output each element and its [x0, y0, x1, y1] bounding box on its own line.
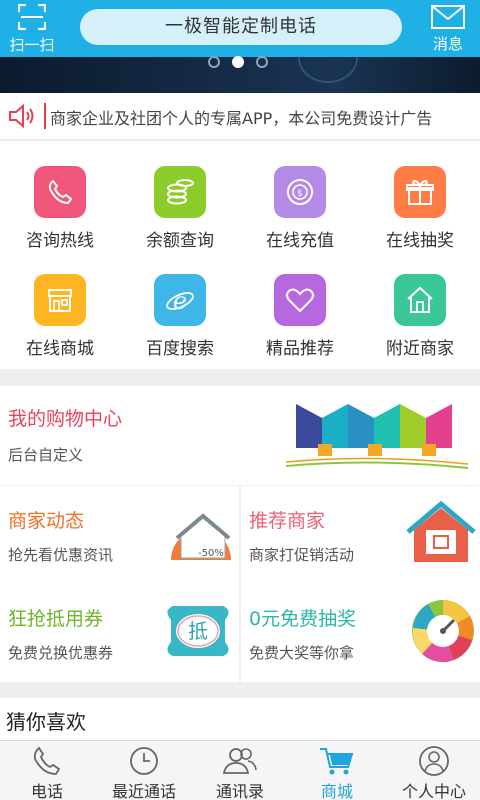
grid-label: 精品推荐 — [266, 339, 334, 359]
coupon-card[interactable]: 狂抢抵用券 免费兑换优惠券 抵 — [0, 584, 239, 682]
free-lottery-card[interactable]: 0元免费抽奖 免费大奖等你拿 — [241, 584, 480, 682]
grid-label: 咨询热线 — [26, 231, 94, 251]
message-button[interactable]: 消息 — [424, 2, 472, 54]
guess-you-like-title: 猜你喜欢 — [6, 710, 86, 734]
home-icon — [394, 274, 446, 326]
contacts-icon — [222, 748, 257, 774]
coupon-title: 狂抢抵用券 — [8, 608, 104, 630]
tab-profile[interactable]: 个人中心 — [388, 741, 480, 800]
tab-recent-calls[interactable]: 最近通话 — [94, 741, 194, 800]
free-lottery-title: 0元免费抽奖 — [249, 608, 357, 630]
free-lottery-subtitle: 免费大奖等你拿 — [249, 644, 355, 662]
merchant-news-title: 商家动态 — [8, 510, 85, 532]
svg-text:$: $ — [297, 189, 303, 199]
grid-label: 附近商家 — [386, 339, 454, 359]
phone-icon — [34, 166, 86, 218]
recommend-merchant-subtitle: 商家打促销活动 — [249, 546, 355, 564]
coins-icon — [154, 166, 206, 218]
grid-label: 在线充值 — [266, 231, 334, 251]
banner-graphic — [298, 57, 358, 83]
grid-item-store[interactable]: 在线商城 — [0, 249, 120, 359]
tab-label: 通讯录 — [215, 782, 264, 800]
bottom-tab-bar: 电话 最近通话 通讯录 商城 个人中心 — [0, 740, 480, 800]
coupon-subtitle: 免费兑换优惠券 — [8, 644, 114, 662]
discount-badge: -50% — [198, 548, 224, 559]
coupon-badge-icon: 抵 — [167, 606, 229, 656]
tab-label: 个人中心 — [401, 782, 466, 800]
grid-label: 在线抽奖 — [386, 231, 454, 251]
notice-bar[interactable]: 商家企业及社团个人的专属APP，本公司免费设计广告 — [0, 93, 480, 140]
tab-phone[interactable]: 电话 — [0, 741, 94, 800]
grid-label: 余额查询 — [146, 231, 214, 251]
store-icon — [34, 274, 86, 326]
grid-item-hotline[interactable]: 咨询热线 — [0, 141, 120, 251]
message-label: 消息 — [432, 35, 463, 53]
grid-item-recharge[interactable]: $ 在线充值 — [240, 141, 360, 251]
heart-icon — [274, 274, 326, 326]
carousel-dot[interactable] — [256, 56, 268, 68]
function-grid: 咨询热线 余额查询 $ 在线充值 在线抽奖 在线商城 e 百度搜索 精品推荐 附… — [0, 141, 480, 369]
grid-item-featured[interactable]: 精品推荐 — [240, 249, 360, 359]
grid-label: 百度搜索 — [146, 339, 214, 359]
lottery-wheel-icon — [412, 600, 474, 663]
browser-icon: e — [154, 274, 206, 326]
shopping-center-subtitle: 后台自定义 — [8, 446, 84, 464]
recharge-icon: $ — [274, 166, 326, 218]
carousel-dot-active[interactable] — [232, 56, 244, 68]
speaker-icon — [9, 104, 34, 128]
shopping-center-title: 我的购物中心 — [8, 408, 123, 430]
houses-illustration — [285, 404, 469, 469]
scan-icon — [18, 4, 46, 30]
grid-label: 在线商城 — [26, 339, 94, 359]
svg-text:e: e — [173, 287, 187, 315]
grid-item-baidu[interactable]: e 百度搜索 — [120, 249, 240, 359]
carousel-indicator — [208, 56, 268, 68]
clock-icon — [130, 747, 158, 775]
grid-item-balance[interactable]: 余额查询 — [120, 141, 240, 251]
guess-you-like-section: 猜你喜欢 — [0, 698, 480, 740]
merchant-news-card[interactable]: 商家动态 抢先看优惠资讯 -50% — [0, 486, 239, 584]
shopping-center-card[interactable]: 我的购物中心 后台自定义 — [0, 386, 480, 485]
recommend-merchant-card[interactable]: 推荐商家 商家打促销活动 — [241, 486, 480, 584]
tab-label: 商城 — [320, 782, 353, 800]
scan-button[interactable]: 扫一扫 — [6, 2, 58, 54]
envelope-icon — [431, 5, 465, 29]
grid-item-nearby[interactable]: 附近商家 — [360, 249, 480, 359]
recommend-merchant-title: 推荐商家 — [249, 510, 326, 532]
top-bar: 扫一扫 一极智能定制电话 消息 — [0, 0, 480, 57]
merchant-news-subtitle: 抢先看优惠资讯 — [8, 546, 114, 564]
notice-text: 商家企业及社团个人的专属APP，本公司免费设计广告 — [50, 109, 433, 128]
discount-house-icon: -50% — [171, 513, 231, 560]
notice-divider — [44, 103, 46, 129]
tab-contacts[interactable]: 通讯录 — [194, 741, 286, 800]
tab-mall[interactable]: 商城 — [286, 741, 388, 800]
shop-house-icon — [406, 500, 476, 562]
gift-icon — [394, 166, 446, 218]
tab-label: 电话 — [30, 782, 63, 800]
cart-icon — [320, 748, 354, 775]
grid-item-lottery[interactable]: 在线抽奖 — [360, 141, 480, 251]
title-pill[interactable]: 一极智能定制电话 — [80, 9, 402, 45]
scan-label: 扫一扫 — [9, 36, 55, 54]
user-icon — [419, 746, 449, 776]
carousel-dot[interactable] — [208, 56, 220, 68]
coupon-char: 抵 — [188, 619, 208, 643]
app-title: 一极智能定制电话 — [165, 16, 317, 37]
phone-icon — [33, 746, 61, 775]
tab-label: 最近通话 — [111, 782, 176, 800]
